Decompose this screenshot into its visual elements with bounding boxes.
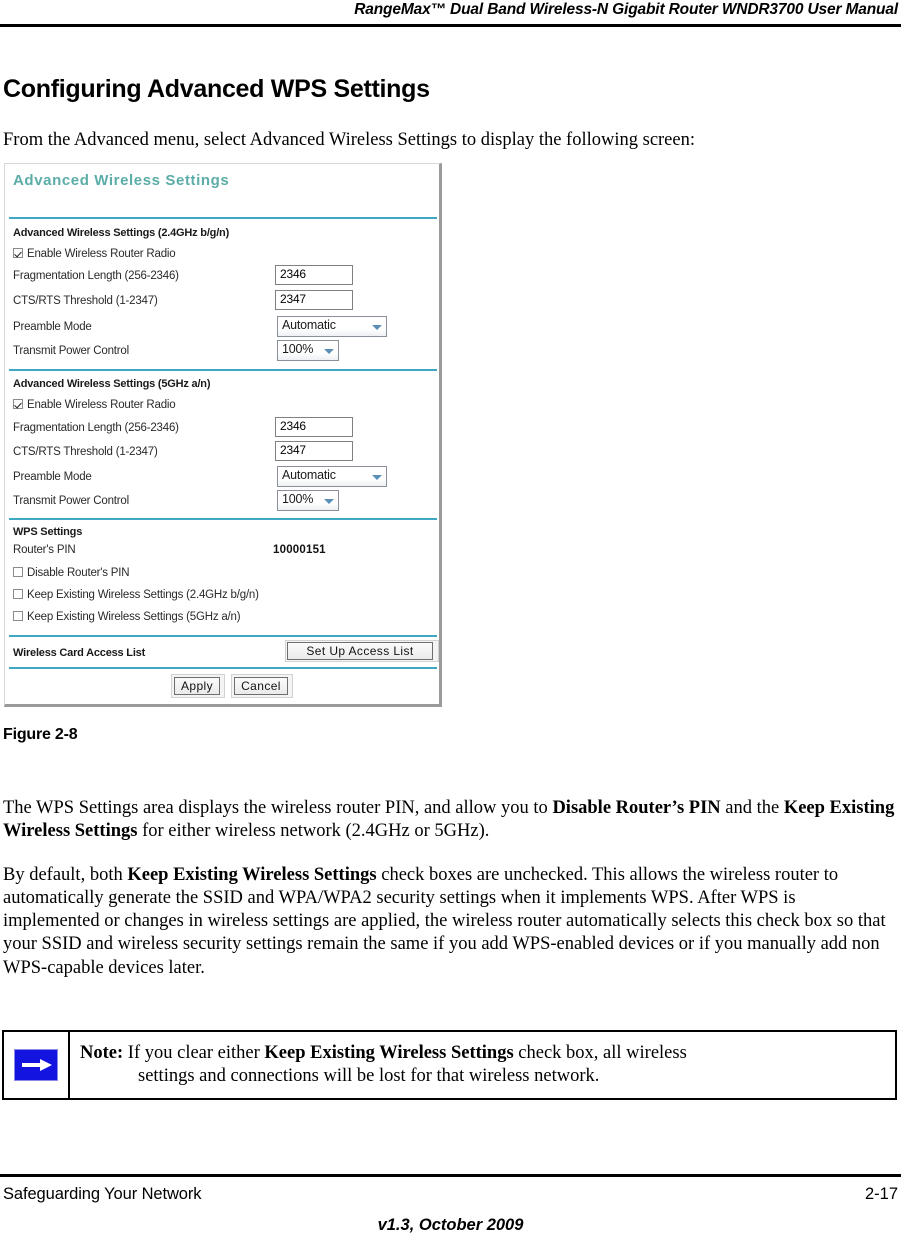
keep-existing-24ghz-label: Keep Existing Wireless Settings (2.4GHz … [27,589,259,601]
fragmentation-length-5ghz-input[interactable]: 2346 [275,417,353,437]
keep-existing-5ghz-row[interactable]: Keep Existing Wireless Settings (5GHz a/… [13,611,241,623]
chevron-down-icon [324,348,334,354]
section-title-5ghz: Advanced Wireless Settings (5GHz a/n) [13,378,211,390]
footer-chapter-name: Safeguarding Your Network [3,1185,202,1203]
divider-before-actions [9,667,437,669]
enable-radio-5ghz-checkbox[interactable] [13,399,23,409]
para1-part-c: and the [720,797,784,818]
apply-button[interactable]: Apply [174,677,220,695]
figure-caption: Figure 2-8 [3,726,78,743]
preamble-mode-5ghz-select[interactable]: Automatic [277,466,387,487]
cts-rts-threshold-5ghz-label: CTS/RTS Threshold (1-2347) [13,446,158,458]
set-up-access-list-button-frame: Set Up Access List [285,640,439,662]
cts-rts-threshold-5ghz-input[interactable]: 2347 [275,441,353,461]
divider-between-bands [9,369,437,371]
keep-existing-5ghz-checkbox[interactable] [13,611,23,621]
cancel-button[interactable]: Cancel [234,677,288,695]
transmit-power-24ghz-value: 100% [282,342,314,356]
admin-window-title: Advanced Wireless Settings [13,172,230,189]
fragmentation-length-24ghz-label: Fragmentation Length (256-2346) [13,270,179,282]
page-header: RangeMax™ Dual Band Wireless-N Gigabit R… [0,0,901,26]
transmit-power-5ghz-value: 100% [282,492,314,506]
para1-part-a: The WPS Settings area displays the wirel… [3,797,553,818]
disable-routers-pin-checkbox[interactable] [13,567,23,577]
note-part-a: If you clear either [123,1043,265,1063]
cancel-button-frame: Cancel [231,674,293,698]
set-up-access-list-button[interactable]: Set Up Access List [287,642,433,660]
wireless-card-access-list-label: Wireless Card Access List [13,647,146,659]
divider-before-wps [9,518,437,520]
para1-bold-disable-pin: Disable Router’s PIN [552,797,721,818]
enable-radio-5ghz-label: Enable Wireless Router Radio [27,399,176,411]
manual-title: RangeMax™ Dual Band Wireless-N Gigabit R… [354,1,898,18]
section-title-wps: WPS Settings [13,526,83,538]
right-arrow-icon [22,1059,52,1071]
preamble-mode-24ghz-label: Preamble Mode [13,321,92,333]
keep-existing-24ghz-row[interactable]: Keep Existing Wireless Settings (2.4GHz … [13,589,259,601]
preamble-mode-24ghz-select[interactable]: Automatic [277,316,387,337]
routers-pin-label: Router's PIN [13,544,76,556]
transmit-power-5ghz-label: Transmit Power Control [13,495,129,507]
divider-before-access-list [9,635,437,637]
preamble-mode-24ghz-value: Automatic [282,318,336,332]
enable-radio-5ghz-row[interactable]: Enable Wireless Router Radio [13,399,176,411]
note-part-c: check box, all wireless [513,1043,687,1063]
figure-router-admin-screenshot: Advanced Wireless Settings Advanced Wire… [4,163,442,707]
para2-part-a: By default, both [3,864,128,885]
transmit-power-24ghz-select[interactable]: 100% [277,340,339,361]
keep-existing-24ghz-checkbox[interactable] [13,589,23,599]
fragmentation-length-24ghz-input[interactable]: 2346 [275,265,353,285]
cts-rts-threshold-24ghz-input[interactable]: 2347 [275,290,353,310]
fragmentation-length-5ghz-label: Fragmentation Length (256-2346) [13,422,179,434]
routers-pin-value: 10000151 [273,544,326,556]
footer-divider-rule [0,1174,901,1177]
note-text: Note: If you clear either Keep Existing … [80,1042,880,1089]
footer-page-number: 2-17 [864,1185,898,1203]
chevron-down-icon [372,474,382,480]
divider-top [9,217,437,219]
preamble-mode-5ghz-value: Automatic [282,468,336,482]
chevron-down-icon [372,324,382,330]
enable-radio-24ghz-label: Enable Wireless Router Radio [27,248,176,260]
chevron-down-icon [324,498,334,504]
transmit-power-24ghz-label: Transmit Power Control [13,345,129,357]
para2-bold-keep-settings: Keep Existing Wireless Settings [127,864,377,885]
apply-button-frame: Apply [171,674,225,698]
keep-existing-5ghz-label: Keep Existing Wireless Settings (5GHz a/… [27,611,241,623]
cts-rts-threshold-24ghz-label: CTS/RTS Threshold (1-2347) [13,295,158,307]
note-bold-keep-settings: Keep Existing Wireless Settings [264,1043,514,1063]
para1-part-e: for either wireless network (2.4GHz or 5… [137,820,490,841]
note-arrow-icon [14,1049,58,1081]
disable-routers-pin-row[interactable]: Disable Router's PIN [13,567,130,579]
disable-routers-pin-label: Disable Router's PIN [27,567,130,579]
body-paragraph-1: The WPS Settings area displays the wirel… [3,797,895,844]
enable-radio-24ghz-checkbox[interactable] [13,248,23,258]
footer-version: v1.3, October 2009 [377,1216,524,1234]
body-paragraph-2: By default, both Keep Existing Wireless … [3,864,895,980]
note-callout-box: Note: If you clear either Keep Existing … [2,1030,897,1100]
admin-page-body: Advanced Wireless Settings Advanced Wire… [5,164,439,704]
note-label: Note: [80,1043,124,1063]
page-title: Configuring Advanced WPS Settings [3,74,430,103]
enable-radio-24ghz-row[interactable]: Enable Wireless Router Radio [13,248,176,260]
intro-paragraph: From the Advanced menu, select Advanced … [3,129,695,150]
transmit-power-5ghz-select[interactable]: 100% [277,490,339,511]
section-title-24ghz: Advanced Wireless Settings (2.4GHz b/g/n… [13,227,230,239]
preamble-mode-5ghz-label: Preamble Mode [13,471,92,483]
note-part-d: settings and connections will be lost fo… [138,1066,600,1087]
header-divider-rule [0,24,901,27]
note-icon-cell [4,1032,70,1098]
